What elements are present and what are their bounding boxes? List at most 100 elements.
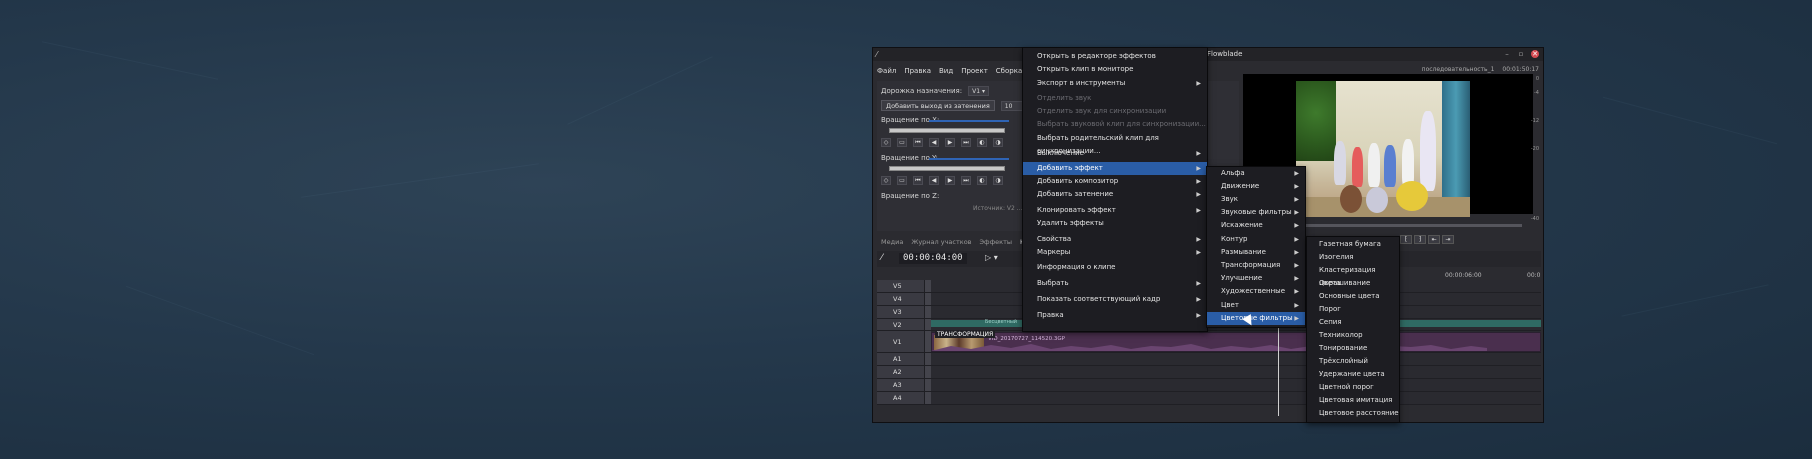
menu-item-split-audio: Отделить звук <box>1023 92 1207 105</box>
menu-edit[interactable]: Правка <box>900 64 935 78</box>
menu-item-markers[interactable]: Маркеры ▶ <box>1023 246 1207 259</box>
menu-item-label: Техниколор <box>1319 331 1363 339</box>
menu-item-technicolor[interactable]: Техниколор <box>1307 329 1399 342</box>
menu-project[interactable]: Проект <box>957 64 992 78</box>
monitor-position-bar[interactable] <box>1294 224 1522 227</box>
menu-item-add-compositor[interactable]: Добавить композитор ▶ <box>1023 175 1207 188</box>
keyframe-move-back-icon[interactable]: ◐ <box>977 176 987 185</box>
track-name: V5 <box>893 282 902 290</box>
keyframe-prev-icon[interactable]: ◀ <box>929 138 939 147</box>
menu-item-mute[interactable]: Выключение ▶ <box>1023 147 1207 160</box>
menu-item-three-layer[interactable]: Трёхслойный <box>1307 355 1399 368</box>
track-row[interactable]: A3 <box>877 379 1541 392</box>
menu-file[interactable]: Файл <box>873 64 900 78</box>
menu-item-distort[interactable]: Искажение ▶ <box>1207 219 1305 232</box>
timecode-display[interactable]: 00:00:04:00 <box>899 253 967 264</box>
target-track-select[interactable]: V1 ▾ <box>968 86 989 96</box>
menu-item-edit[interactable]: Правка ▶ <box>1023 309 1207 322</box>
go-to-out-icon[interactable]: ⇥ <box>1442 235 1454 244</box>
keyframe-prev-icon[interactable]: ◀ <box>929 176 939 185</box>
track-name: V1 <box>893 337 902 346</box>
keyframe-first-icon[interactable]: ⏮ <box>913 138 923 147</box>
rotate-y-slider[interactable] <box>889 166 1005 171</box>
sequence-name[interactable]: последовательность_1 <box>1422 66 1495 73</box>
menu-item-properties[interactable]: Свойства ▶ <box>1023 233 1207 246</box>
menu-item-blur[interactable]: Размывание ▶ <box>1207 246 1305 259</box>
ruler-mark: 00:00:06:00 <box>1445 272 1482 279</box>
close-button[interactable]: ✕ <box>1531 50 1539 58</box>
track-row[interactable]: A2 <box>877 366 1541 379</box>
keyframe-add-icon[interactable]: ◇ <box>881 176 891 185</box>
menu-item-fix[interactable]: Улучшение ▶ <box>1207 272 1305 285</box>
menu-item-select-parent-sync[interactable]: Выбрать родительский клип для синхрониза… <box>1023 132 1207 155</box>
keyframe-delete-icon[interactable]: ▭ <box>897 176 907 185</box>
menu-item-alpha[interactable]: Альфа ▶ <box>1207 167 1305 180</box>
menu-item-clip-info[interactable]: Информация о клипе <box>1023 261 1207 274</box>
keyframe-move-fwd-icon[interactable]: ◑ <box>993 176 1003 185</box>
tab-media[interactable]: Медиа <box>877 236 907 248</box>
menu-item-threshold[interactable]: Порог <box>1307 303 1399 316</box>
keyframe-first-icon[interactable]: ⏮ <box>913 176 923 185</box>
menu-item-audio-filters[interactable]: Звуковые фильтры ▶ <box>1207 206 1305 219</box>
mark-in-icon[interactable]: ⁅ <box>1400 235 1412 244</box>
menu-item-label: Правка <box>1037 311 1064 319</box>
minimize-button[interactable]: – <box>1503 50 1511 58</box>
menu-item-isohelia[interactable]: Изогелия <box>1307 251 1399 264</box>
menu-item-newspaper[interactable]: Газетная бумага <box>1307 238 1399 251</box>
menu-item-color-imitation[interactable]: Цветовая имитация <box>1307 394 1399 407</box>
menu-item-label: Маркеры <box>1037 248 1071 256</box>
keyframe-add-icon[interactable]: ◇ <box>881 138 891 147</box>
menu-item-show-match-frame[interactable]: Показать соответствующий кадр ▶ <box>1023 293 1207 306</box>
tab-range-log[interactable]: Журнал участков <box>907 236 975 248</box>
menu-view[interactable]: Вид <box>935 64 957 78</box>
keyframe-delete-icon[interactable]: ▭ <box>897 138 907 147</box>
menu-item-delete-effects[interactable]: Удалить эффекты <box>1023 217 1207 230</box>
menu-item-color-distance[interactable]: Цветовое расстояние <box>1307 407 1399 420</box>
menu-item-label: Художественные <box>1221 287 1286 295</box>
meter-mark: -20 <box>1530 146 1539 152</box>
add-fade-out-button[interactable]: Добавить выход из затенения <box>881 100 995 111</box>
track-row[interactable]: A1 <box>877 353 1541 366</box>
tool-mode-icon[interactable]: ⁄ <box>881 253 883 263</box>
desktop-texture <box>125 285 315 356</box>
menu-item-artistic[interactable]: Художественные ▶ <box>1207 285 1305 298</box>
track-row[interactable]: A4 <box>877 392 1541 405</box>
mark-out-icon[interactable]: ⁆ <box>1414 235 1426 244</box>
menu-item-colorize[interactable]: Окрашивание <box>1307 277 1399 290</box>
menu-item-audio[interactable]: Звук ▶ <box>1207 193 1305 206</box>
keyframe-move-back-icon[interactable]: ◐ <box>977 138 987 147</box>
keyframe-move-fwd-icon[interactable]: ◑ <box>993 138 1003 147</box>
menu-item-color-hold[interactable]: Удержание цвета <box>1307 368 1399 381</box>
menu-item-color[interactable]: Цвет ▶ <box>1207 299 1305 312</box>
keyframe-last-icon[interactable]: ⏭ <box>961 138 971 147</box>
keyframe-next-icon[interactable]: ▶ <box>945 138 955 147</box>
tab-effects[interactable]: Эффекты <box>976 236 1017 248</box>
keyframe-last-icon[interactable]: ⏭ <box>961 176 971 185</box>
menu-item-motion[interactable]: Движение ▶ <box>1207 180 1305 193</box>
transform-compositor-label[interactable]: ТРАНСФОРМАЦИЯ <box>935 331 996 338</box>
menu-item-label: Цвет <box>1221 301 1239 309</box>
menu-item-sepia[interactable]: Сепия <box>1307 316 1399 329</box>
menu-item-clone-effect[interactable]: Клонировать эффект ▶ <box>1023 204 1207 217</box>
keyframe-next-icon[interactable]: ▶ <box>945 176 955 185</box>
pointer-tool-icon[interactable]: ▷ ▾ <box>985 253 998 262</box>
source-track-label: Источник: V2 ... <box>973 205 1023 212</box>
rotate-x-slider[interactable] <box>889 128 1005 133</box>
menu-item-label: Газетная бумага <box>1319 240 1381 248</box>
menu-item-color-filters[interactable]: Цветовые фильтры ▶ <box>1207 312 1305 325</box>
menu-item-add-effect[interactable]: Добавить эффект ▶ <box>1023 162 1207 175</box>
menu-item-color-clustering[interactable]: Кластеризация цвета <box>1307 264 1399 287</box>
menu-item-edge[interactable]: Контур ▶ <box>1207 233 1305 246</box>
menu-item-export-to-tools[interactable]: Экспорт в инструменты ▶ <box>1023 77 1207 90</box>
menu-item-color-threshold[interactable]: Цветной порог <box>1307 381 1399 394</box>
menu-item-open-in-monitor[interactable]: Открыть клип в мониторе <box>1023 63 1207 76</box>
menu-item-select[interactable]: Выбрать ▶ <box>1023 277 1207 290</box>
go-to-in-icon[interactable]: ⇤ <box>1428 235 1440 244</box>
menu-item-open-effect-editor[interactable]: Открыть в редакторе эффектов <box>1023 50 1207 63</box>
menu-item-transform[interactable]: Трансформация ▶ <box>1207 259 1305 272</box>
maximize-button[interactable]: ▫ <box>1517 50 1525 58</box>
menu-item-primaries[interactable]: Основные цвета <box>1307 290 1399 303</box>
menu-item-tint[interactable]: Тонирование <box>1307 342 1399 355</box>
desktop-texture <box>1621 284 1769 317</box>
menu-item-add-fade[interactable]: Добавить затенение ▶ <box>1023 188 1207 201</box>
